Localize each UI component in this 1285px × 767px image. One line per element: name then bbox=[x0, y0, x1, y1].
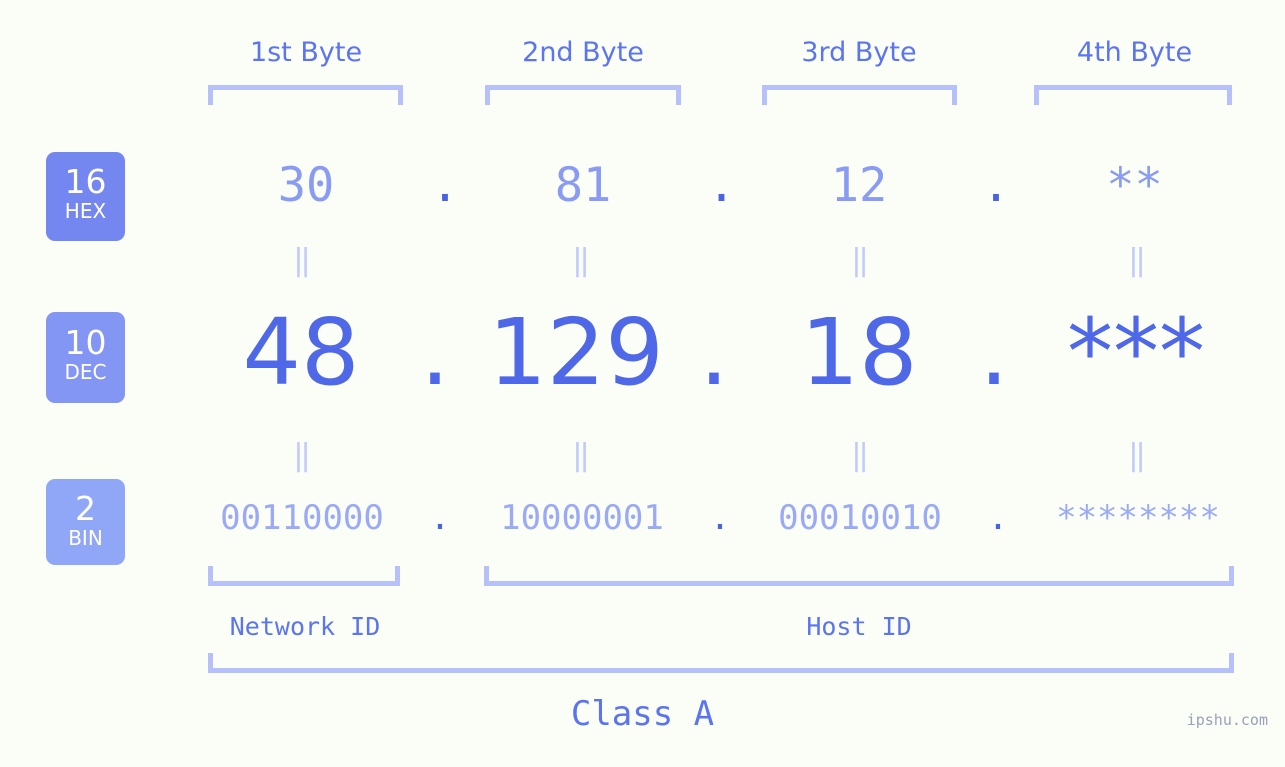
equals-mark-dec-bin-3: ‖ bbox=[850, 438, 869, 473]
class-label: Class A bbox=[570, 694, 715, 734]
byte-header-3: 3rd Byte bbox=[801, 37, 917, 68]
byte-header-1: 1st Byte bbox=[249, 37, 363, 68]
base-badge-bin-label: BIN bbox=[68, 526, 103, 550]
dec-byte-2: 129 bbox=[488, 299, 664, 406]
bin-byte-2: 10000001 bbox=[500, 498, 664, 538]
equals-mark-hex-dec-1: ‖ bbox=[292, 243, 311, 278]
bin-separator-3: . bbox=[987, 498, 1009, 538]
byte-bracket-top-1 bbox=[208, 85, 403, 105]
host-id-label: Host ID bbox=[806, 612, 912, 641]
ip-address-breakdown-diagram: 1st Byte 2nd Byte 3rd Byte 4th Byte 16 H… bbox=[0, 0, 1285, 767]
dec-separator-1: . bbox=[420, 299, 450, 406]
base-badge-hex[interactable]: 16 HEX bbox=[46, 152, 125, 241]
bin-separator-2: . bbox=[709, 498, 731, 538]
hex-byte-1: 30 bbox=[277, 158, 335, 213]
host-id-bracket bbox=[484, 566, 1234, 586]
base-badge-bin[interactable]: 2 BIN bbox=[46, 479, 125, 565]
hex-separator-1: . bbox=[430, 158, 460, 213]
hex-separator-3: . bbox=[981, 158, 1011, 213]
bin-separator-1: . bbox=[429, 498, 451, 538]
hex-byte-3: 12 bbox=[830, 158, 888, 213]
hex-separator-2: . bbox=[707, 158, 736, 213]
byte-bracket-top-2 bbox=[485, 85, 681, 105]
byte-bracket-top-3 bbox=[762, 85, 957, 105]
base-badge-bin-number: 2 bbox=[75, 489, 96, 528]
equals-mark-hex-dec-4: ‖ bbox=[1127, 243, 1146, 278]
equals-mark-hex-dec-3: ‖ bbox=[850, 243, 869, 278]
byte-header-2: 2nd Byte bbox=[522, 37, 644, 68]
dec-byte-3: 18 bbox=[800, 299, 918, 406]
dec-byte-1: 48 bbox=[242, 299, 360, 406]
dec-separator-2: . bbox=[699, 299, 729, 406]
base-badge-dec[interactable]: 10 DEC bbox=[46, 312, 125, 403]
dec-byte-4: *** bbox=[1067, 299, 1205, 406]
network-id-label: Network ID bbox=[229, 612, 381, 641]
base-badge-hex-label: HEX bbox=[64, 199, 107, 223]
dec-separator-3: . bbox=[979, 299, 1009, 406]
bin-byte-4: ******** bbox=[1056, 498, 1220, 538]
base-badge-dec-number: 10 bbox=[64, 323, 107, 362]
hex-byte-2: 81 bbox=[554, 158, 612, 213]
byte-header-4: 4th Byte bbox=[1076, 37, 1193, 68]
byte-bracket-top-4 bbox=[1034, 85, 1232, 105]
base-badge-hex-number: 16 bbox=[64, 162, 107, 201]
hex-byte-4: ** bbox=[1106, 158, 1163, 213]
equals-mark-hex-dec-2: ‖ bbox=[571, 243, 590, 278]
bin-byte-1: 00110000 bbox=[220, 498, 384, 538]
network-id-bracket bbox=[208, 566, 400, 586]
class-bracket bbox=[208, 653, 1234, 673]
bin-byte-3: 00010010 bbox=[778, 498, 942, 538]
base-badge-dec-label: DEC bbox=[64, 360, 107, 384]
equals-mark-dec-bin-4: ‖ bbox=[1127, 438, 1146, 473]
equals-mark-dec-bin-1: ‖ bbox=[292, 438, 311, 473]
equals-mark-dec-bin-2: ‖ bbox=[571, 438, 590, 473]
site-watermark: ipshu.com bbox=[1186, 711, 1268, 729]
